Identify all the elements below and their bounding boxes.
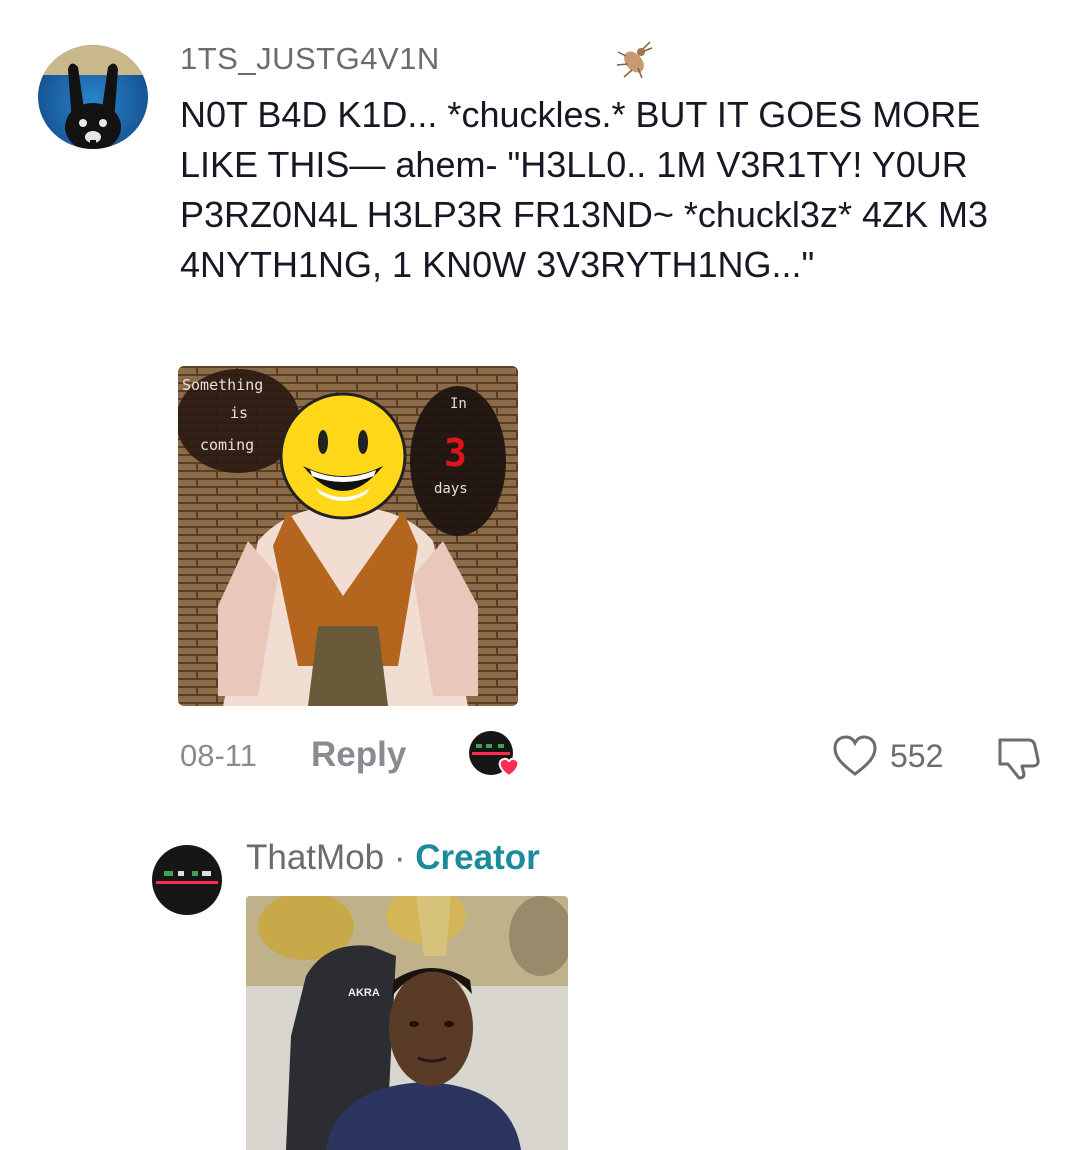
image-text-is: is bbox=[230, 404, 248, 422]
heart-icon[interactable] bbox=[832, 734, 878, 778]
reply-username[interactable]: ThatMob bbox=[246, 838, 384, 877]
comment-actions: 08-11 Reply 552 bbox=[180, 730, 1060, 782]
image-text-in: In bbox=[450, 396, 467, 412]
bug-icon bbox=[616, 41, 653, 79]
image-text-number: 3 bbox=[444, 431, 467, 475]
creator-badge: Creator bbox=[415, 838, 540, 877]
like-count: 552 bbox=[890, 738, 944, 774]
creator-liked-icon bbox=[469, 731, 520, 778]
reply-header: ThatMob · Creator bbox=[246, 838, 540, 878]
reply-gif-image[interactable]: AKRA bbox=[246, 896, 568, 1150]
bunny-avatar-icon bbox=[38, 45, 148, 149]
chair-brand-text: AKRA bbox=[348, 987, 380, 999]
comments-page: 1TS_JUSTG4V1N N0T B4D K1D... *chuckles.*… bbox=[0, 0, 1079, 1150]
reaction-gif: AKRA bbox=[246, 896, 568, 1150]
comment-date: 08-11 bbox=[180, 738, 257, 773]
reply-button[interactable]: Reply bbox=[311, 735, 406, 775]
mob-face-icon bbox=[156, 871, 218, 884]
avatar[interactable] bbox=[38, 45, 148, 149]
comment-username[interactable]: 1TS_JUSTG4V1N bbox=[180, 41, 440, 77]
separator-dot: · bbox=[393, 838, 406, 877]
comment-text: N0T B4D K1D... *chuckles.* BUT IT GOES M… bbox=[180, 94, 999, 285]
image-text-something: Something bbox=[182, 376, 263, 394]
image-text-days: days bbox=[434, 481, 468, 497]
comment-attached-image[interactable]: Something is coming In 3 days bbox=[178, 366, 518, 706]
creator-avatar[interactable] bbox=[152, 845, 222, 915]
image-text-coming: coming bbox=[200, 436, 254, 454]
dislike-icon[interactable] bbox=[992, 734, 1042, 780]
fan-art-image: Something is coming In 3 days bbox=[178, 366, 518, 706]
